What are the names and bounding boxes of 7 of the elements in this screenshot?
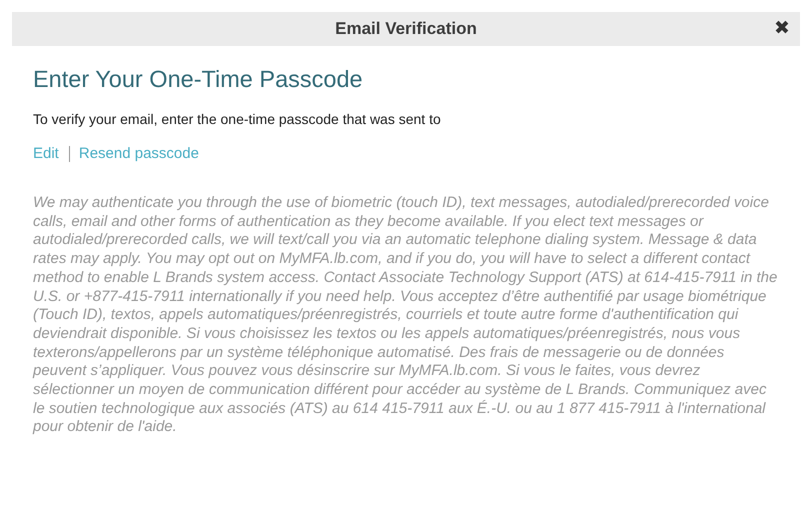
close-button[interactable]: ✖: [774, 18, 790, 40]
link[interactable]: Resend passcode: [78, 145, 199, 162]
link[interactable]: Edit: [33, 145, 59, 162]
disclaimer-text: We may authenticate you through the use of biometric (touch ID), text messages, autodialed/prerecorded voice calls, email and other forms of authentication as they become available. If you elect text messages or autodialed/prerecorded calls, we will text/call you via an automatic telephone dialing system. Message & data rates may apply. You may opt out on MyMFA.lb.com, and if you do, you will have to select a different contact method to enable L Brands system access. Contact Associate Technology Support (ATS) at 614-415-7911 in the U.S. or +877-415-7911 internationally if you need help. Vous acceptez d’être authentifié par usage biométrique (Touch ID), textos, appels automatiques/préenregistrés, courriels et toute autre forme d'authentification qui deviendrait disponible. Si vous choisissez les textos ou les appels automatiques/préenregistrés, nous vous texterons/appellerons par un système téléphonique automatisé. Des frais de messagerie ou de données peuvent s’appliquer. Vous pouvez vous désinscrire sur MyMFA.lb.com. Si vous le faites, vous devrez sélectionner un moyen de communication différent pour accéder au système de L Brands. Communiquez avec le soutien technologique aux associés (ATS) au 614 415-7911 aux É.-U. ou au 1 877 415-7911 à l'international pour obtenir de l'aide.: [33, 194, 778, 438]
instruction-text: To verify your email, enter the one-time passcode that was sent to: [33, 111, 442, 127]
heading: Enter Your One-Time Passcode: [33, 66, 364, 93]
window-title: Email Verification: [335, 19, 477, 39]
